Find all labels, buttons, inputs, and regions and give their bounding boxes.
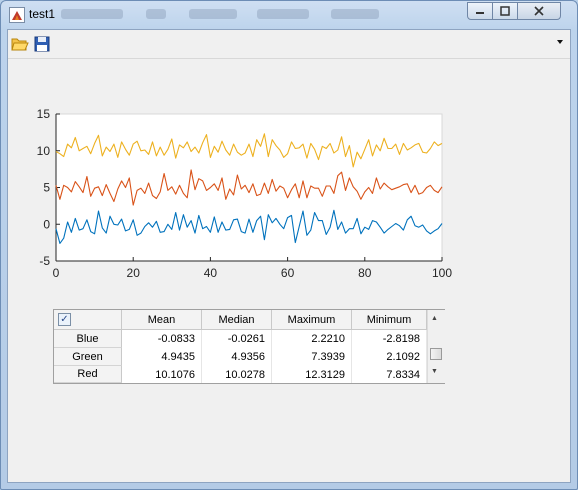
x-tick-label: 0 [53,266,60,280]
folder-open-icon [11,38,29,51]
table-cell[interactable]: 7.8334 [352,366,427,383]
minimize-icon [476,12,484,14]
toolbar-overflow-icon[interactable] [556,38,564,48]
table-cell[interactable]: 4.9435 [122,348,202,366]
table-cell[interactable]: 4.9356 [202,348,272,366]
open-button[interactable] [10,34,30,54]
toolbar [8,30,570,59]
figure-window: test1 15 10 5 0 -5 0 20 40 60 80 100 ✓ M… [0,0,578,490]
x-tick-label: 20 [127,266,141,280]
table-cell[interactable]: -0.0833 [122,330,202,348]
save-button[interactable] [32,34,52,54]
column-header-mean[interactable]: Mean [122,310,202,330]
x-tick-label: 100 [432,266,452,280]
y-tick-label: 5 [43,181,50,195]
x-tick-label: 60 [281,266,295,280]
scroll-down-icon[interactable]: ▼ [431,368,438,375]
maximize-button[interactable] [492,2,518,20]
column-header-maximum[interactable]: Maximum [272,310,352,330]
y-tick-label: -5 [39,254,50,268]
scroll-thumb[interactable] [430,348,442,360]
taskbar-blur [146,9,166,19]
y-tick-label: 10 [37,144,51,158]
table-cell[interactable]: 12.3129 [272,366,352,383]
row-header-blue[interactable]: Blue [54,330,122,348]
y-tick-label: 15 [37,108,51,121]
floppy-save-icon [34,36,50,52]
window-title: test1 [29,7,56,21]
minimize-button[interactable] [467,2,493,20]
table-cell[interactable]: 7.3939 [272,348,352,366]
matlab-figure-icon [9,7,25,23]
table-cell[interactable]: 10.0278 [202,366,272,383]
table-cell[interactable]: 2.2210 [272,330,352,348]
title-bar[interactable]: test1 [1,1,577,29]
stats-table: ✓ Mean Median Maximum Minimum Blue -0.08… [53,309,445,384]
taskbar-blur [189,9,237,19]
line-chart: 151050-5 0 20 40 60 80 100 [37,108,453,280]
table-vertical-scrollbar[interactable]: ▲ ▼ [427,310,445,383]
table-cell[interactable]: 10.1076 [122,366,202,383]
column-header-minimum[interactable]: Minimum [352,310,427,330]
close-button[interactable] [517,2,561,20]
figure-client-area: 15 10 5 0 -5 0 20 40 60 80 100 ✓ Mean Median Maxi… [7,29,571,483]
column-header-median[interactable]: Median [202,310,272,330]
taskbar-blur [61,9,123,19]
table-cell[interactable]: 2.1092 [352,348,427,366]
select-all-checkbox[interactable]: ✓ [58,313,71,326]
x-tick-label: 40 [204,266,218,280]
table-cell[interactable]: -0.0261 [202,330,272,348]
chevron-down-icon [557,40,563,44]
x-tick-label: 80 [358,266,372,280]
close-icon [534,6,544,16]
row-header-red[interactable]: Red [54,366,122,383]
maximize-icon [500,6,510,16]
row-header-green[interactable]: Green [54,348,122,366]
y-tick-label: 0 [43,217,50,231]
taskbar-blur [257,9,309,19]
table-cell[interactable]: -2.8198 [352,330,427,348]
taskbar-blur [331,9,379,19]
axes-area [55,113,443,262]
scroll-up-icon[interactable]: ▲ [431,315,438,322]
table-corner: ✓ [54,310,122,330]
